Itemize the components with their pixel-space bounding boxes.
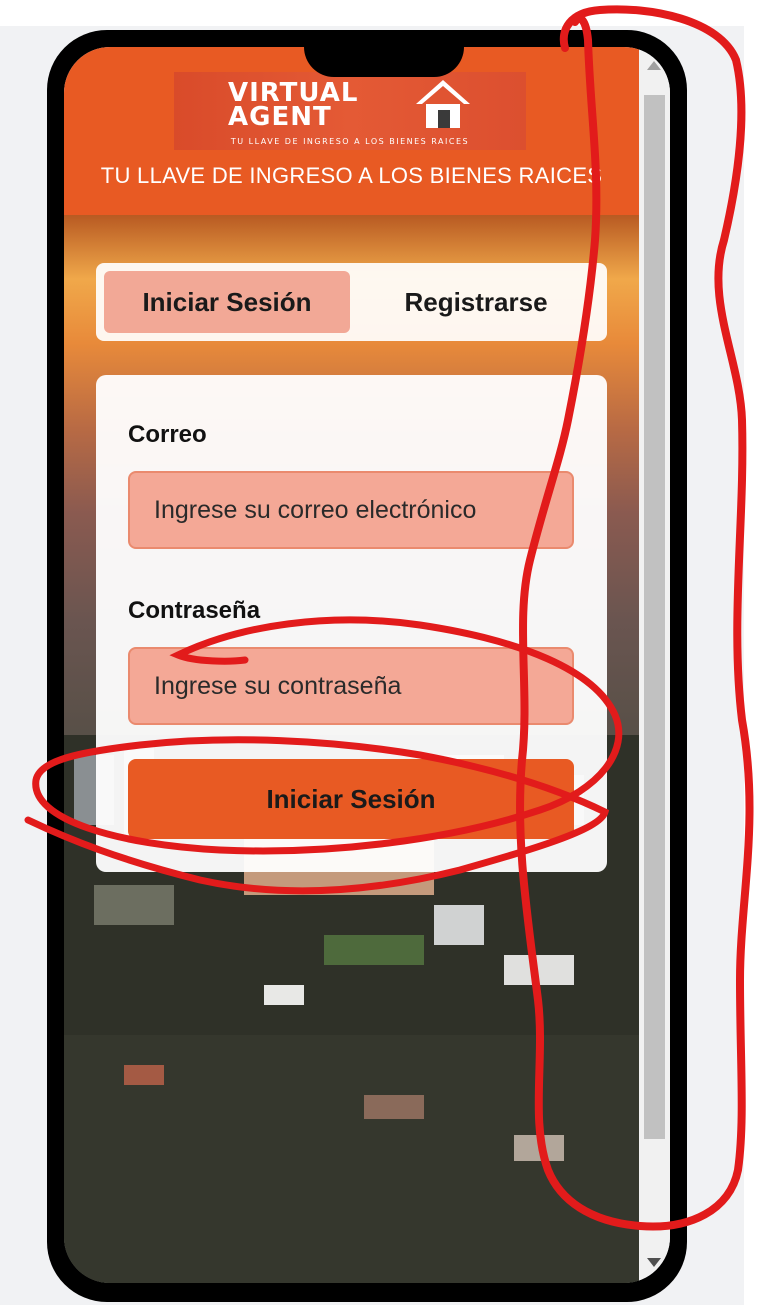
tab-registrarse[interactable]: Registrarse (353, 271, 599, 333)
phone-notch (304, 47, 464, 77)
password-label: Contraseña (128, 597, 261, 624)
login-form-card: Correo Contraseña Iniciar Sesión (96, 375, 607, 872)
vertical-scrollbar[interactable] (639, 47, 670, 1283)
brand-logo: VIRTUAL AGENT TU LLAVE DE INGRESO A LOS … (174, 72, 526, 150)
header-subtitle: TU LLAVE DE INGRESO A LOS BIENES RAICES (100, 163, 603, 188)
auth-tabs: Iniciar Sesión Registrarse (96, 263, 607, 341)
logo-word-agent: AGENT (228, 102, 332, 132)
phone-frame: VIRTUAL AGENT TU LLAVE DE INGRESO A LOS … (47, 30, 687, 1302)
email-label: Correo (128, 421, 207, 448)
login-submit-button[interactable]: Iniciar Sesión (128, 759, 574, 839)
password-field[interactable] (128, 647, 574, 725)
logo-tagline: TU LLAVE DE INGRESO A LOS BIENES RAICES (230, 137, 470, 146)
scrollbar-thumb[interactable] (644, 95, 665, 1139)
house-icon (416, 80, 470, 128)
email-field[interactable] (128, 471, 574, 549)
app-content: VIRTUAL AGENT TU LLAVE DE INGRESO A LOS … (64, 47, 639, 1283)
scroll-up-arrow-icon[interactable] (647, 61, 661, 70)
phone-screen: VIRTUAL AGENT TU LLAVE DE INGRESO A LOS … (64, 47, 670, 1283)
tab-iniciar-sesion[interactable]: Iniciar Sesión (104, 271, 350, 333)
scroll-down-arrow-icon[interactable] (647, 1258, 661, 1267)
